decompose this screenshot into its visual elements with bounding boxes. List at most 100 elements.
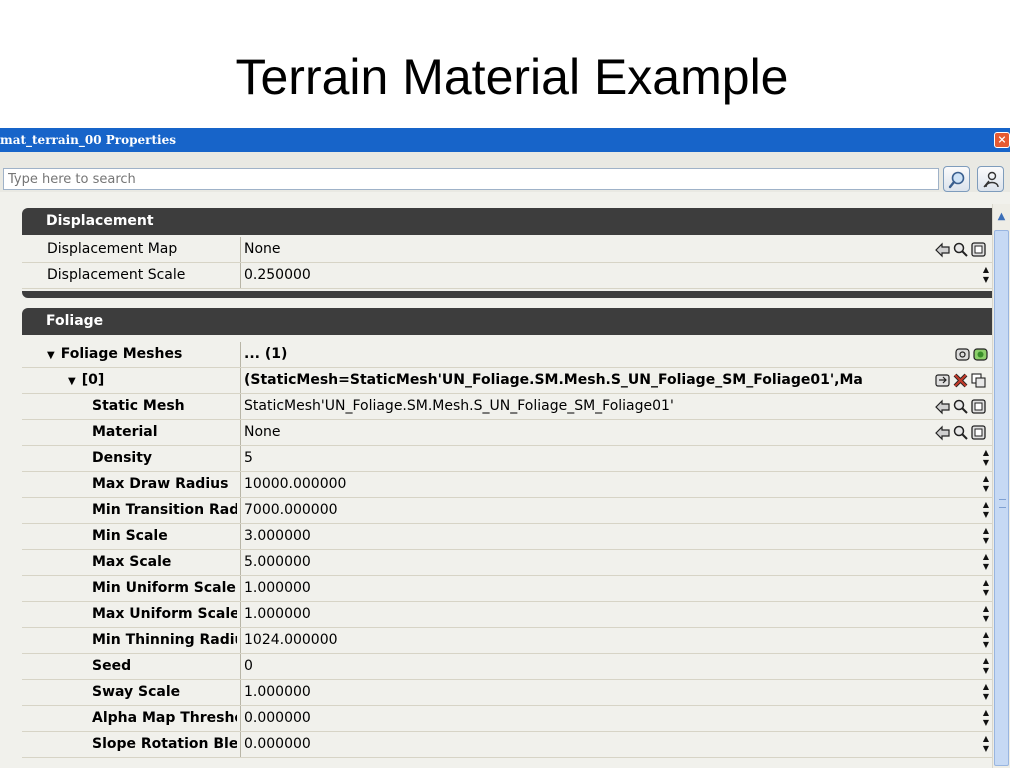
property-value[interactable]: 3.000000: [244, 524, 944, 549]
property-value[interactable]: 0.000000: [244, 706, 944, 731]
property-row[interactable]: Slope Rotation Blend 0.000000 ▲▼: [22, 732, 992, 758]
use-selected-icon[interactable]: [934, 424, 951, 441]
property-row[interactable]: Density 5 ▲ ▼: [22, 446, 992, 472]
property-name: Max Uniform Scale: [92, 606, 237, 622]
expand-arrow-icon[interactable]: ▼: [68, 369, 76, 393]
property-row[interactable]: Sway Scale 1.000000 ▲ ▼: [22, 680, 992, 706]
column-divider: [240, 472, 241, 497]
slide-title: Terrain Material Example: [235, 49, 789, 105]
spinner-arrows-icon[interactable]: ▲ ▼: [980, 500, 992, 522]
property-value[interactable]: 1.000000: [244, 680, 944, 705]
find-in-browser-icon[interactable]: [952, 398, 969, 415]
property-name: Max Draw Radius: [92, 476, 229, 492]
property-value[interactable]: 7000.000000: [244, 498, 944, 523]
spinner-arrows-icon[interactable]: ▲ ▼: [980, 656, 992, 678]
property-row[interactable]: Min Uniform Scale 1.000000 ▲ ▼: [22, 576, 992, 602]
property-value[interactable]: 0: [244, 654, 944, 679]
property-name-text: [0]: [81, 372, 105, 388]
property-value[interactable]: StaticMesh'UN_Foliage.SM.Mesh.S_UN_Folia…: [244, 394, 944, 419]
user-filter-button[interactable]: [977, 166, 1004, 192]
search-button[interactable]: [943, 166, 970, 192]
row-actions: [934, 424, 987, 442]
window-title: mat_terrain_00 Properties: [0, 133, 176, 147]
column-divider: [240, 602, 241, 627]
category-label: Foliage: [46, 313, 104, 329]
search-bar: [0, 152, 1010, 192]
spinner-arrows-icon[interactable]: ▲ ▼: [980, 682, 992, 704]
property-row[interactable]: Displacement Scale 0.250000 ▲ ▼: [22, 263, 992, 289]
category-foliage[interactable]: Foliage: [22, 308, 992, 335]
property-name: Max Scale: [92, 554, 172, 570]
property-value[interactable]: 1024.000000: [244, 628, 944, 653]
grip-icon: [999, 499, 1006, 508]
property-name: Seed: [92, 658, 132, 674]
scroll-up-arrow-icon[interactable]: ▲: [993, 208, 1010, 226]
add-element-icon[interactable]: [972, 346, 989, 363]
property-name-text: Foliage Meshes: [60, 346, 183, 362]
property-value[interactable]: ... (1): [244, 342, 944, 367]
spinner-arrows-icon[interactable]: ▲ ▼: [980, 604, 992, 626]
spinner-arrows-icon[interactable]: ▲ ▼: [980, 578, 992, 600]
property-value[interactable]: None: [244, 420, 944, 445]
property-row[interactable]: Seed 0 ▲ ▼: [22, 654, 992, 680]
search-input[interactable]: [3, 168, 939, 190]
clear-icon[interactable]: [970, 241, 987, 258]
property-value[interactable]: 1.000000: [244, 576, 944, 601]
spinner-arrows-icon[interactable]: ▲ ▼: [980, 708, 992, 730]
column-divider: [240, 420, 241, 445]
insert-element-icon[interactable]: [934, 372, 951, 389]
spinner-arrows-icon[interactable]: ▲ ▼: [980, 552, 992, 574]
use-selected-icon[interactable]: [934, 241, 951, 258]
spinner-arrows-icon[interactable]: ▲ ▼: [980, 265, 992, 287]
spinner-arrows-icon[interactable]: ▲ ▼: [980, 474, 992, 496]
column-divider: [240, 342, 241, 367]
property-row-foliage-meshes[interactable]: ▼ Foliage Meshes ... (1): [22, 342, 992, 368]
clear-icon[interactable]: [970, 398, 987, 415]
property-row[interactable]: Min Scale 3.000000 ▲ ▼: [22, 524, 992, 550]
property-row[interactable]: Min Thinning Radius 1024.000000 ▲ ▼: [22, 628, 992, 654]
delete-element-icon[interactable]: [952, 372, 969, 389]
column-divider: [240, 550, 241, 575]
close-button[interactable]: ×: [994, 132, 1010, 148]
property-value[interactable]: 0.250000: [244, 263, 944, 288]
property-row[interactable]: Min Transition Radius 7000.000000 ▲▼: [22, 498, 992, 524]
spinner-arrows-icon[interactable]: ▲ ▼: [980, 734, 992, 756]
column-divider: [240, 524, 241, 549]
property-value[interactable]: 1.000000: [244, 602, 944, 627]
property-value[interactable]: None: [244, 237, 944, 262]
property-row[interactable]: Displacement Map None: [22, 237, 992, 263]
property-value[interactable]: (StaticMesh=StaticMesh'UN_Foliage.SM.Mes…: [244, 368, 934, 393]
use-selected-icon[interactable]: [934, 398, 951, 415]
clear-icon[interactable]: [970, 424, 987, 441]
property-value[interactable]: 0.000000: [244, 732, 944, 757]
column-divider: [240, 498, 241, 523]
property-name: Displacement Map: [47, 241, 178, 257]
property-value[interactable]: 10000.000000: [244, 472, 944, 497]
scroll-thumb[interactable]: [994, 230, 1009, 766]
property-row[interactable]: Static Mesh StaticMesh'UN_Foliage.SM.Mes…: [22, 394, 992, 420]
property-row[interactable]: Max Draw Radius 10000.000000 ▲ ▼: [22, 472, 992, 498]
spinner-arrows-icon[interactable]: ▲ ▼: [980, 448, 992, 470]
spinner-arrows-icon[interactable]: ▲ ▼: [980, 526, 992, 548]
property-value[interactable]: 5.000000: [244, 550, 944, 575]
find-in-browser-icon[interactable]: [952, 424, 969, 441]
row-actions: [934, 372, 987, 390]
property-row[interactable]: Material None: [22, 420, 992, 446]
property-value[interactable]: 5: [244, 446, 944, 471]
property-row[interactable]: Max Scale 5.000000 ▲ ▼: [22, 550, 992, 576]
spinner-arrows-icon[interactable]: ▲ ▼: [980, 630, 992, 652]
empty-array-icon[interactable]: [954, 346, 971, 363]
vertical-scrollbar[interactable]: ▲: [992, 204, 1010, 768]
column-divider: [240, 732, 241, 757]
expand-arrow-icon[interactable]: ▼: [47, 343, 55, 367]
find-in-browser-icon[interactable]: [952, 241, 969, 258]
property-row[interactable]: Alpha Map Threshold 0.000000 ▲▼: [22, 706, 992, 732]
property-row-array-item[interactable]: ▼ [0] (StaticMesh=StaticMesh'UN_Foliage.S…: [22, 368, 992, 394]
property-row[interactable]: Max Uniform Scale 1.000000 ▲ ▼: [22, 602, 992, 628]
row-actions: [934, 398, 987, 416]
category-displacement[interactable]: Displacement: [22, 208, 992, 235]
duplicate-element-icon[interactable]: [970, 372, 987, 389]
window-titlebar[interactable]: mat_terrain_00 Properties ×: [0, 128, 1010, 152]
user-icon: [983, 171, 999, 188]
property-name: Displacement Scale: [47, 267, 186, 283]
